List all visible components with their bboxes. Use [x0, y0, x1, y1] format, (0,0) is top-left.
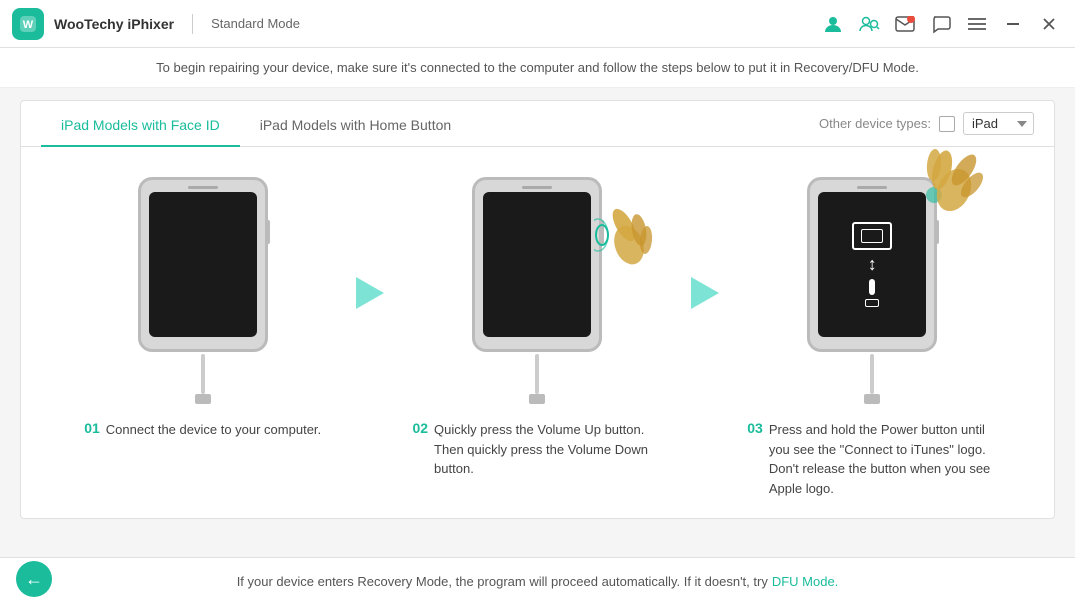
tab-face-id[interactable]: iPad Models with Face ID — [41, 101, 240, 147]
title-divider — [192, 14, 193, 34]
step-2-text: Quickly press the Volume Up button. Then… — [434, 420, 662, 479]
cable-2 — [535, 354, 539, 394]
content-area: iPad Models with Face ID iPad Models wit… — [20, 100, 1055, 519]
bottom-bar: ← If your device enters Recovery Mode, t… — [0, 557, 1075, 605]
titlebar-left: W WooTechy iPhixer Standard Mode — [12, 8, 300, 40]
step-1-device — [138, 177, 268, 404]
minimize-button[interactable] — [999, 10, 1027, 38]
step-3-num: 03 — [747, 420, 763, 436]
cable-end-1 — [195, 394, 211, 404]
menu-icon[interactable] — [963, 10, 991, 38]
step-1-text: Connect the device to your computer. — [106, 420, 321, 440]
arrow-2 — [691, 177, 719, 309]
tabs-container: iPad Models with Face ID iPad Models wit… — [21, 101, 1054, 147]
step-2-desc: 02 Quickly press the Volume Up button. T… — [412, 420, 662, 479]
step-2: 02 Quickly press the Volume Up button. T… — [397, 177, 677, 479]
cable-end-2 — [529, 394, 545, 404]
step-2-device — [472, 177, 602, 404]
app-name: WooTechy iPhixer — [54, 16, 174, 32]
device-type-selector: Other device types: iPad iPhone iPod — [819, 112, 1034, 135]
arrow-1 — [356, 177, 384, 309]
step-3-text: Press and hold the Power button until yo… — [769, 420, 997, 498]
step-3: ↕ — [732, 177, 1012, 498]
back-button[interactable]: ← — [16, 561, 52, 597]
steps-area: 01 Connect the device to your computer. — [21, 147, 1054, 518]
dfu-link[interactable]: DFU Mode. — [772, 574, 838, 589]
mode-label: Standard Mode — [211, 16, 300, 31]
tabs-left: iPad Models with Face ID iPad Models wit… — [41, 101, 471, 146]
close-button[interactable] — [1035, 10, 1063, 38]
step-1: 01 Connect the device to your computer. — [63, 177, 343, 440]
step-2-num: 02 — [412, 420, 428, 436]
ipad-illustration-1 — [138, 177, 268, 352]
cable-3 — [870, 354, 874, 394]
chat-icon[interactable] — [927, 10, 955, 38]
info-bar: To begin repairing your device, make sur… — [0, 48, 1075, 88]
search-user-icon[interactable] — [855, 10, 883, 38]
device-type-label: Other device types: — [819, 116, 931, 131]
ipad-power-btn-1 — [266, 220, 270, 244]
profile-icon[interactable] — [819, 10, 847, 38]
cable-1 — [201, 354, 205, 394]
mail-icon[interactable] — [891, 10, 919, 38]
titlebar: W WooTechy iPhixer Standard Mode — [0, 0, 1075, 48]
app-logo: W — [12, 8, 44, 40]
hand-power-illustration — [914, 140, 984, 225]
svg-text:W: W — [23, 19, 34, 31]
step-3-device: ↕ — [807, 177, 937, 404]
info-text: To begin repairing your device, make sur… — [156, 60, 919, 75]
arrow-right-icon-2 — [691, 277, 719, 309]
step-3-desc: 03 Press and hold the Power button until… — [747, 420, 997, 498]
device-checkbox[interactable] — [939, 116, 955, 132]
step-1-num: 01 — [84, 420, 100, 436]
ipad-screen-3: ↕ — [818, 192, 926, 337]
ipad-illustration-3: ↕ — [807, 177, 937, 352]
arrow-right-icon-1 — [356, 277, 384, 309]
hand-volume-illustration — [594, 200, 654, 285]
ipad-screen-2 — [483, 192, 591, 337]
device-select[interactable]: iPad iPhone iPod — [963, 112, 1034, 135]
step-1-desc: 01 Connect the device to your computer. — [84, 420, 321, 440]
tab-home-button[interactable]: iPad Models with Home Button — [240, 101, 471, 147]
cable-end-3 — [864, 394, 880, 404]
bottom-text: If your device enters Recovery Mode, the… — [237, 574, 768, 589]
ipad-screen-1 — [149, 192, 257, 337]
ipad-illustration-2 — [472, 177, 602, 352]
titlebar-right — [819, 10, 1063, 38]
